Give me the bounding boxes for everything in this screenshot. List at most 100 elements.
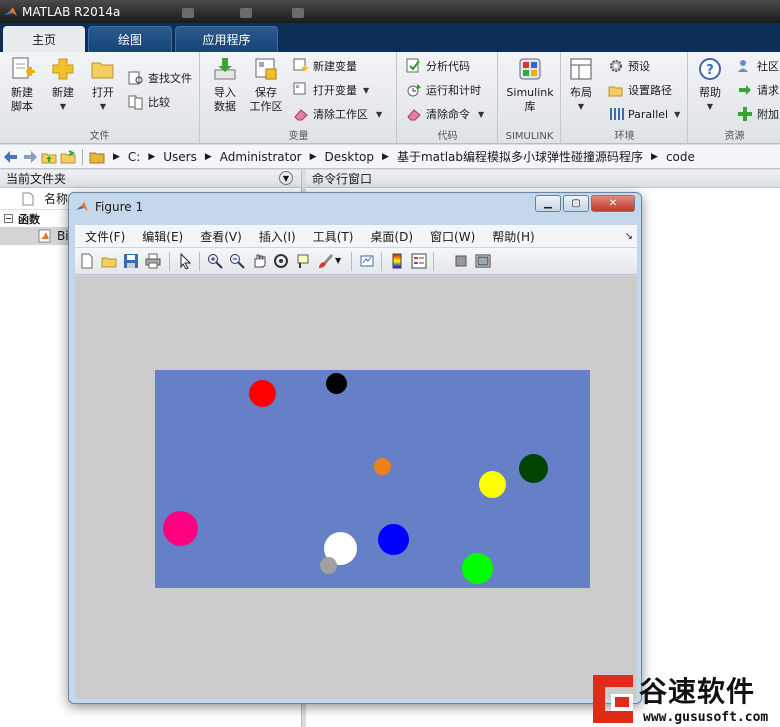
save-icon[interactable] <box>123 253 139 269</box>
print-icon[interactable] <box>145 253 161 269</box>
hide-plot-tools-icon[interactable] <box>453 253 469 269</box>
ball-yellow[interactable] <box>479 471 506 498</box>
blurred-window-icon <box>240 8 252 18</box>
menu-insert[interactable]: 插入(I) <box>259 228 296 245</box>
ball-orange[interactable] <box>374 458 391 475</box>
compare-button[interactable]: 比较 <box>128 92 170 112</box>
blurred-window-icon <box>292 8 304 18</box>
chevron-down-icon[interactable]: ▼ <box>335 256 341 265</box>
import-data-button[interactable]: 导入 数据 <box>209 56 241 114</box>
column-header-name[interactable]: 名称 <box>44 190 68 207</box>
run-time-label: 运行和计时 <box>426 84 481 97</box>
preferences-button[interactable]: 预设 <box>608 56 650 76</box>
matlab-logo-icon <box>5 6 17 16</box>
ball-magenta[interactable] <box>163 511 198 546</box>
menu-tools[interactable]: 工具(T) <box>313 228 354 245</box>
zoom-out-icon[interactable] <box>229 253 245 269</box>
clear-commands-button[interactable]: 清除命令 ▼ <box>406 104 484 124</box>
colorbar-icon[interactable] <box>389 253 405 269</box>
new-label: 新建 <box>52 86 74 99</box>
open-variable-button[interactable]: 打开变量 ▼ <box>293 80 369 100</box>
chevron-down-icon: ▼ <box>59 102 67 111</box>
clear-workspace-button[interactable]: 清除工作区 ▼ <box>293 104 382 124</box>
help-button[interactable]: ? 帮助 ▼ <box>695 56 725 114</box>
analyze-code-button[interactable]: 分析代码 <box>406 56 470 76</box>
menu-file[interactable]: 文件(F) <box>85 228 125 245</box>
breadcrumb-separator: ▶ <box>651 151 658 162</box>
set-path-button[interactable]: 设置路径 <box>608 80 672 100</box>
community-label: 社区 <box>757 60 779 73</box>
open-button[interactable]: 打开 ▼ <box>88 56 118 114</box>
group-simulink: Simulink 库 SIMULINK <box>499 52 561 144</box>
forward-arrow-icon[interactable] <box>22 149 38 165</box>
layout-button[interactable]: 布局 ▼ <box>566 56 596 114</box>
chevron-down-icon: ▼ <box>99 102 107 111</box>
chevron-down-icon: ▼ <box>706 102 714 111</box>
breadcrumb-desktop[interactable]: Desktop <box>325 150 375 164</box>
breadcrumb-users[interactable]: Users <box>163 150 197 164</box>
menu-desktop[interactable]: 桌面(D) <box>370 228 413 245</box>
minimize-button[interactable]: ▁ <box>535 195 561 212</box>
layout-icon <box>570 58 592 80</box>
menu-help[interactable]: 帮助(H) <box>492 228 534 245</box>
show-plot-tools-icon[interactable] <box>475 253 491 269</box>
menu-edit[interactable]: 编辑(E) <box>142 228 183 245</box>
new-script-button[interactable]: 新建 脚本 <box>6 56 38 114</box>
ball-green[interactable] <box>462 553 493 584</box>
dock-arrow-icon[interactable]: ↘ <box>625 231 633 242</box>
maximize-button[interactable]: ▢ <box>563 195 589 212</box>
panel-menu-icon[interactable]: ▼ <box>279 171 293 185</box>
ball-red[interactable] <box>249 380 276 407</box>
menu-window[interactable]: 窗口(W) <box>430 228 475 245</box>
up-folder-icon[interactable] <box>41 149 57 165</box>
chevron-down-icon: ▼ <box>478 109 485 119</box>
collapse-icon[interactable]: − <box>4 214 13 223</box>
request-support-button[interactable]: 请求 <box>737 80 779 100</box>
breadcrumb-c[interactable]: C: <box>128 150 140 164</box>
addons-button[interactable]: 附加 <box>737 104 779 124</box>
legend-icon[interactable] <box>411 253 427 269</box>
simulink-library-button[interactable]: Simulink 库 <box>505 56 555 114</box>
tab-home[interactable]: 主页 <box>3 26 85 52</box>
brush-icon[interactable] <box>317 253 333 269</box>
community-button[interactable]: 社区 <box>737 56 779 76</box>
file-icon <box>22 192 34 205</box>
run-time-button[interactable]: 运行和计时 <box>406 80 481 100</box>
figure-window[interactable]: Figure 1 ▁ ▢ ✕ 文件(F) 编辑(E) 查看(V) 插入(I) 工… <box>68 192 642 704</box>
rotate-3d-icon[interactable] <box>273 253 289 269</box>
ball-black[interactable] <box>326 373 347 394</box>
new-button[interactable]: 新建 ▼ <box>48 56 78 114</box>
find-files-button[interactable]: 查找文件 <box>128 68 192 88</box>
ball-blue[interactable] <box>378 524 409 555</box>
new-figure-icon[interactable] <box>79 253 95 269</box>
svg-text:?: ? <box>706 63 714 78</box>
breadcrumb-code[interactable]: code <box>666 150 695 164</box>
ball-dark-green[interactable] <box>519 454 548 483</box>
save-workspace-button[interactable]: 保存 工作区 <box>247 56 285 114</box>
ball-gray[interactable] <box>320 557 337 574</box>
addons-label: 附加 <box>757 108 779 121</box>
parallel-button[interactable]: Parallel ▼ <box>608 104 680 124</box>
pointer-icon[interactable] <box>177 253 193 269</box>
back-arrow-icon[interactable] <box>3 149 19 165</box>
menu-view[interactable]: 查看(V) <box>200 228 242 245</box>
pan-hand-icon[interactable] <box>251 253 267 269</box>
browse-folder-icon[interactable] <box>60 149 76 165</box>
folder-icon <box>89 152 105 163</box>
figure-canvas[interactable] <box>75 276 637 699</box>
link-plot-icon[interactable] <box>359 253 375 269</box>
new-variable-button[interactable]: 新建变量 <box>293 56 357 76</box>
close-button[interactable]: ✕ <box>591 195 635 212</box>
breadcrumb-separator: ▶ <box>309 151 317 162</box>
open-file-icon[interactable] <box>101 253 117 269</box>
plot-axes[interactable] <box>155 370 590 588</box>
current-folder-header: 当前文件夹 ▼ <box>0 170 301 188</box>
tab-plots[interactable]: 绘图 <box>88 26 172 52</box>
zoom-in-icon[interactable] <box>207 253 223 269</box>
breadcrumb-project-folder[interactable]: 基于matlab编程模拟多小球弹性碰撞源码程序 <box>397 148 643 165</box>
section-functions-label: 函数 <box>18 212 40 226</box>
breadcrumb-administrator[interactable]: Administrator <box>220 150 302 164</box>
chevron-down-icon: ▼ <box>376 109 383 119</box>
data-cursor-icon[interactable] <box>295 253 311 269</box>
tab-apps[interactable]: 应用程序 <box>175 26 278 52</box>
